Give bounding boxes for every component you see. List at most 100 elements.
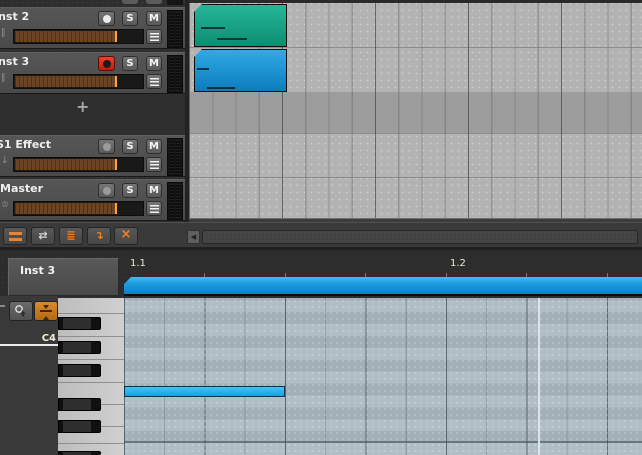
record-arm-button[interactable] bbox=[98, 11, 115, 26]
volume-fader[interactable] bbox=[13, 157, 144, 172]
instrument-track-icon: ‖ bbox=[1, 73, 6, 83]
volume-fader[interactable] bbox=[13, 29, 144, 44]
arrow-down-turn-button[interactable]: ↴ bbox=[87, 227, 111, 245]
swap-arrows-button[interactable]: ⇄ bbox=[31, 227, 55, 245]
black-key-gsharp3[interactable] bbox=[58, 341, 101, 354]
editor-left-gutter: C4 C3 bbox=[0, 296, 58, 455]
arm-circle-icon bbox=[102, 186, 111, 195]
white-key-divider bbox=[58, 336, 124, 337]
white-key-divider bbox=[58, 443, 124, 444]
mute-button[interactable]: M bbox=[146, 183, 162, 198]
mute-button[interactable]: M bbox=[146, 139, 162, 154]
clipped-button-stub bbox=[122, 0, 138, 4]
ruler-label-1-1: 1.1 bbox=[130, 258, 146, 269]
mute-button[interactable]: M bbox=[146, 11, 162, 26]
hamburger-icon bbox=[149, 78, 159, 86]
track-name[interactable]: Inst 3 bbox=[0, 55, 29, 68]
ruler-tick bbox=[607, 273, 608, 277]
solo-button[interactable]: S bbox=[122, 11, 138, 26]
clip-inst-3[interactable] bbox=[194, 49, 287, 92]
track-header-inst-3[interactable]: Inst 3 ‖ S M bbox=[0, 52, 185, 94]
arranger-area[interactable] bbox=[185, 0, 642, 222]
solo-button[interactable]: S bbox=[122, 139, 138, 154]
track-menu-button[interactable] bbox=[146, 74, 162, 89]
clipped-control bbox=[0, 305, 5, 307]
delete-x-button[interactable]: × bbox=[114, 227, 138, 245]
white-key-divider bbox=[58, 382, 124, 383]
effect-track-icon: ↓ bbox=[1, 156, 9, 166]
solo-button[interactable]: S bbox=[122, 183, 138, 198]
fold-keys-button[interactable] bbox=[34, 301, 58, 321]
beat-ruler[interactable]: 1.1 1.2 bbox=[124, 252, 642, 277]
horizontal-scrollbar[interactable] bbox=[202, 230, 638, 244]
arm-circle-icon bbox=[102, 59, 111, 68]
middle-strip: ⇄ ≣ ↴ × ◀ bbox=[0, 222, 642, 250]
ruler-tick bbox=[285, 273, 286, 277]
midi-note-f3[interactable] bbox=[124, 386, 285, 397]
double-bars-icon bbox=[8, 232, 22, 241]
track-header-inst-2[interactable]: Inst 2 ‖ S M bbox=[0, 7, 185, 49]
magnifier-icon bbox=[15, 305, 23, 313]
vu-meter bbox=[167, 138, 183, 176]
hamburger-icon bbox=[149, 33, 159, 41]
playhead-line[interactable] bbox=[538, 298, 540, 455]
piano-keyboard[interactable] bbox=[58, 298, 124, 455]
editor-track-label: Inst 3 bbox=[20, 264, 56, 277]
track-menu-button[interactable] bbox=[146, 201, 162, 216]
instrument-track-icon: ‖ bbox=[1, 28, 6, 38]
record-arm-button[interactable] bbox=[98, 183, 115, 198]
white-key-divider bbox=[58, 313, 124, 314]
editor-track-header[interactable]: Inst 3 bbox=[8, 258, 119, 296]
track-menu-button[interactable] bbox=[146, 29, 162, 44]
mute-button[interactable]: M bbox=[146, 56, 162, 71]
clip-inst-2[interactable] bbox=[194, 4, 287, 47]
piano-roll-grid[interactable] bbox=[124, 298, 642, 455]
track-header-s1-effect[interactable]: S1 Effect ↓ S M bbox=[0, 135, 185, 177]
track-name[interactable]: Master bbox=[0, 182, 43, 195]
vu-meter bbox=[167, 55, 183, 93]
detail-list-button[interactable]: ≣ bbox=[59, 227, 83, 245]
arranger-top-edge bbox=[189, 0, 642, 3]
fader-position-marker bbox=[115, 31, 117, 42]
c4-line bbox=[0, 344, 58, 346]
black-key-csharp3[interactable] bbox=[58, 420, 101, 433]
ruler-tick bbox=[365, 273, 366, 277]
record-arm-button[interactable] bbox=[98, 56, 115, 71]
clip-note-preview bbox=[207, 87, 235, 89]
add-track-zone[interactable]: + bbox=[0, 94, 185, 135]
black-key-dsharp3[interactable] bbox=[58, 398, 101, 411]
track-header-master[interactable]: Master ♔ S M bbox=[0, 179, 185, 221]
track-menu-button[interactable] bbox=[146, 157, 162, 172]
key-label-c4: C4 bbox=[41, 333, 56, 344]
clipped-button-stub bbox=[146, 0, 162, 4]
black-key-fsharp3[interactable] bbox=[58, 364, 101, 377]
volume-fader[interactable] bbox=[13, 201, 144, 216]
fader-fill bbox=[15, 76, 115, 87]
daw-window: Inst 2 ‖ S M Inst 3 ‖ S M + S1 Effect bbox=[0, 0, 642, 455]
ruler-tick bbox=[526, 273, 527, 277]
arm-circle-icon bbox=[102, 142, 111, 151]
black-key-asharp3[interactable] bbox=[58, 317, 101, 330]
track-header-panel: Inst 2 ‖ S M Inst 3 ‖ S M + S1 Effect bbox=[0, 0, 185, 222]
vu-meter bbox=[167, 182, 183, 220]
octave-line-c3 bbox=[124, 441, 642, 443]
track-name[interactable]: S1 Effect bbox=[0, 138, 51, 151]
hamburger-icon bbox=[149, 161, 159, 169]
fader-position-marker bbox=[115, 76, 117, 87]
fader-fill bbox=[15, 159, 115, 170]
record-arm-button[interactable] bbox=[98, 139, 115, 154]
black-key-asharp2[interactable] bbox=[58, 451, 101, 455]
fader-fill bbox=[15, 203, 115, 214]
volume-fader[interactable] bbox=[13, 74, 144, 89]
fader-position-marker bbox=[115, 159, 117, 170]
arranger-grid[interactable] bbox=[189, 0, 642, 222]
scroll-left-button[interactable]: ◀ bbox=[187, 230, 200, 244]
pointer-tool-button[interactable] bbox=[9, 301, 33, 321]
double-bars-button[interactable] bbox=[3, 227, 27, 245]
track-name[interactable]: Inst 2 bbox=[0, 10, 29, 23]
add-track-button[interactable]: + bbox=[76, 97, 89, 116]
solo-button[interactable]: S bbox=[122, 56, 138, 71]
white-key-divider bbox=[58, 359, 124, 360]
clip-loop-bar[interactable] bbox=[124, 277, 642, 296]
vu-meter bbox=[167, 10, 183, 48]
